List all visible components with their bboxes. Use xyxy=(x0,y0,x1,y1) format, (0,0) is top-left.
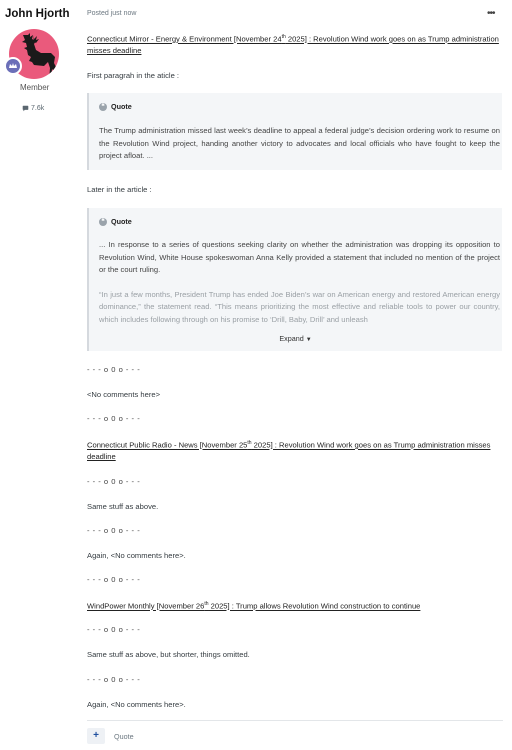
quote-icon: ❝ xyxy=(99,102,107,111)
intro-text-2: Later in the article : xyxy=(87,185,152,194)
quote-body-1: The Trump administration missed last wee… xyxy=(99,126,500,160)
post-timestamp[interactable]: Posted just now xyxy=(87,10,136,17)
separator: - - - o 0 o - - - xyxy=(87,365,141,374)
separator: - - - o 0 o - - - xyxy=(87,675,141,684)
caret-down-icon: ▼ xyxy=(305,337,312,343)
quote-2-paragraph-2: “In just a few months, President Trump h… xyxy=(99,289,500,324)
expand-button[interactable]: Expand ▼ xyxy=(89,333,502,347)
article-link-windpower-monthly[interactable]: WindPower Monthly [November 26th 2025] :… xyxy=(87,599,503,612)
separator: - - - o 0 o - - - xyxy=(87,575,141,584)
quote-button[interactable]: Quote xyxy=(114,732,134,741)
more-options-icon[interactable]: ••• xyxy=(487,8,495,19)
quote-icon: ❝ xyxy=(99,217,107,226)
member-title: Member xyxy=(20,83,50,92)
same-stuff-shorter-text: Same stuff as above, but shorter, things… xyxy=(87,650,250,659)
quote-body-2: ... In response to a series of questions… xyxy=(99,239,500,327)
article-link-ct-mirror[interactable]: Connecticut Mirror - Energy & Environmen… xyxy=(87,32,503,57)
again-no-comments-text-2: Again, <No comments here>. xyxy=(87,700,186,709)
quote-block-2: ❝ Quote ... In response to a series of q… xyxy=(87,208,502,351)
quote-2-paragraph-1: ... In response to a series of questions… xyxy=(99,240,500,274)
quote-header-1: ❝ Quote xyxy=(99,101,132,113)
author-name[interactable]: John Hjorth xyxy=(5,8,70,20)
article-link-ct-public-radio[interactable]: Connecticut Public Radio - News [Novembe… xyxy=(87,438,503,463)
same-stuff-text: Same stuff as above. xyxy=(87,502,159,511)
separator: - - - o 0 o - - - xyxy=(87,526,141,535)
comment-icon xyxy=(22,105,29,112)
again-no-comments-text: Again, <No comments here>. xyxy=(87,551,186,560)
multiquote-add-button[interactable]: + xyxy=(87,728,105,744)
intro-text-1: First paragrah in the aticle : xyxy=(87,71,180,80)
post-count-value: 7.6k xyxy=(31,105,45,112)
post-footer-divider xyxy=(87,720,503,721)
quote-header-2: ❝ Quote xyxy=(99,216,132,228)
separator: - - - o 0 o - - - xyxy=(87,477,141,486)
quote-block-1: ❝ Quote The Trump administration missed … xyxy=(87,93,502,170)
separator: - - - o 0 o - - - xyxy=(87,414,141,423)
post-count[interactable]: 7.6k xyxy=(22,105,44,112)
rank-badge-icon xyxy=(4,57,22,75)
separator: - - - o 0 o - - - xyxy=(87,625,141,634)
no-comments-text: <No comments here> xyxy=(87,390,161,399)
